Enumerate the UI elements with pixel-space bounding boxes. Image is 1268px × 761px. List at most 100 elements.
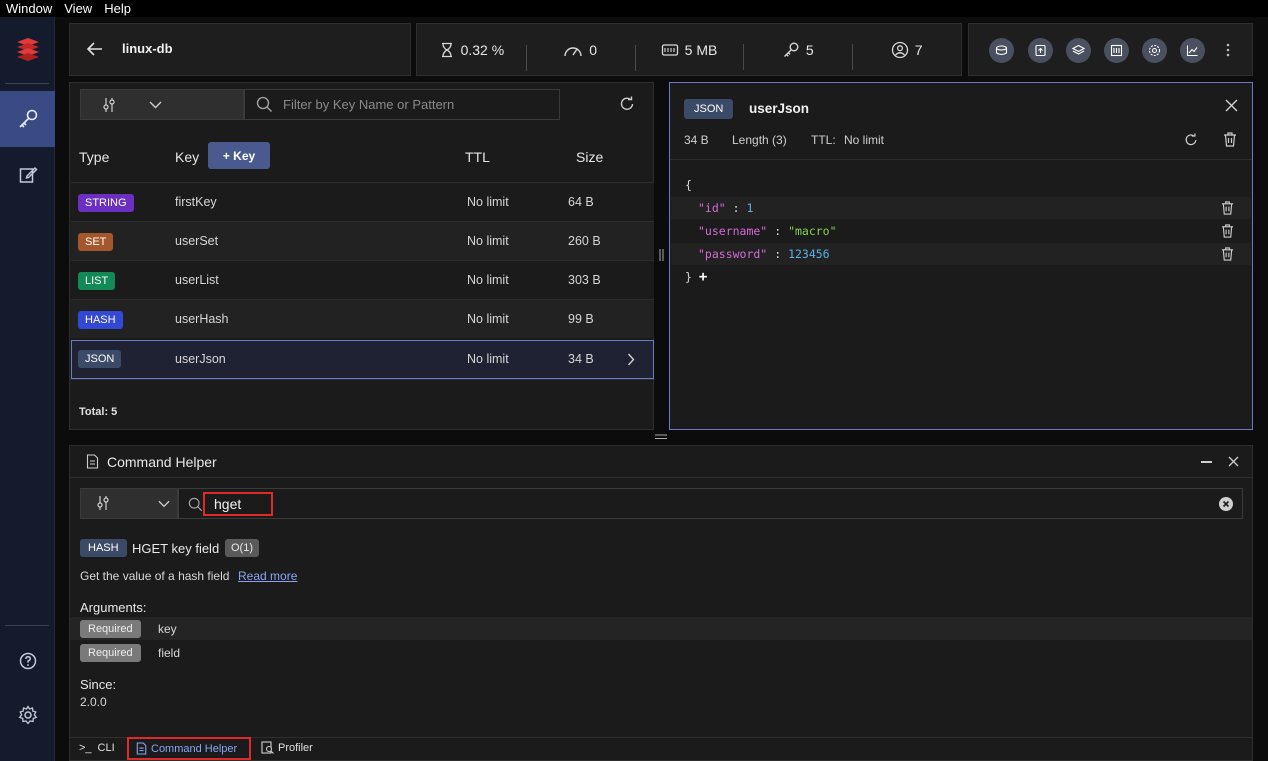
key-ttl: No limit	[467, 234, 509, 248]
left-nav	[0, 17, 55, 761]
analytics-button[interactable]	[1180, 38, 1205, 63]
app-logo[interactable]	[0, 21, 55, 77]
header-key: Key	[175, 149, 200, 165]
read-more-link[interactable]: Read more	[238, 569, 297, 583]
delete-key-button[interactable]	[1223, 132, 1237, 147]
json-entry-value[interactable]: "macro"	[788, 224, 836, 238]
nav-workbench[interactable]	[0, 147, 55, 203]
header-ttl: TTL	[465, 149, 490, 165]
header-size: Size	[576, 149, 604, 165]
command-group-badge: HASH	[80, 539, 127, 557]
key-type-badge: HASH	[78, 311, 123, 329]
add-key-button[interactable]: + Key	[208, 142, 270, 169]
menu-window[interactable]: Window	[0, 0, 58, 17]
upload-button[interactable]	[1028, 38, 1053, 63]
back-button[interactable]	[86, 40, 104, 58]
key-icon	[783, 42, 799, 57]
key-row[interactable]: STRING firstKey No limit 64 B	[71, 182, 654, 221]
refresh-key-button[interactable]	[1184, 133, 1198, 147]
filter-sliders-icon	[103, 98, 115, 112]
workbench-icon	[1110, 44, 1123, 57]
stat-ops: 0	[525, 41, 635, 71]
search-icon	[188, 497, 203, 512]
json-entry-value[interactable]: 1	[747, 201, 754, 215]
command-group-filter[interactable]	[80, 488, 178, 519]
drag-handle-icon	[655, 434, 667, 439]
db-name: linux-db	[122, 41, 173, 56]
redis-logo-icon	[16, 38, 39, 61]
help-icon	[19, 652, 36, 670]
key-row[interactable]: LIST userList No limit 303 B	[71, 260, 654, 299]
arrow-left-icon	[86, 42, 102, 56]
stat-cpu: 0.32 %	[417, 42, 526, 58]
key-filter-input[interactable]: Filter by Key Name or Pattern	[244, 89, 560, 120]
json-entry[interactable]: "id" : 1	[671, 197, 1251, 219]
menu-bar: Window View Help	[0, 0, 1268, 17]
refresh-keys-button[interactable]	[619, 96, 635, 112]
workbench-button[interactable]	[1104, 38, 1129, 63]
tab-cli[interactable]: >_ CLI	[79, 742, 115, 754]
nav-help[interactable]	[0, 633, 55, 689]
command-search-input[interactable]: hget	[203, 492, 273, 516]
tab-command-helper-label: Command Helper	[151, 742, 238, 755]
menu-help[interactable]: Help	[98, 0, 137, 17]
command-syntax: HGET key field	[132, 541, 220, 556]
tab-profiler[interactable]: Profiler	[261, 741, 313, 754]
trash-icon[interactable]	[1221, 247, 1234, 261]
ttl-value[interactable]: No limit	[844, 133, 884, 147]
key-row[interactable]: HASH userHash No limit 99 B	[71, 299, 654, 338]
since-value: 2.0.0	[80, 695, 107, 709]
minimize-helper-button[interactable]	[1201, 461, 1212, 463]
stat-keys: 5	[743, 41, 852, 70]
layers-button[interactable]	[1066, 38, 1091, 63]
more-button[interactable]	[1225, 42, 1231, 58]
stat-memory-value: 5 MB	[684, 41, 718, 58]
upload-icon	[1035, 44, 1046, 57]
settings-button[interactable]	[1142, 38, 1167, 63]
command-search-field[interactable]	[178, 488, 1243, 519]
json-entry[interactable]: "username" : "macro"	[671, 220, 1251, 242]
key-row[interactable]: SET userSet No limit 260 B	[71, 221, 654, 260]
json-close-brace: } +	[685, 269, 708, 285]
gauge-icon	[564, 46, 582, 56]
key-type-badge: STRING	[78, 194, 134, 212]
trash-icon[interactable]	[1221, 224, 1234, 238]
refresh-icon	[1185, 133, 1197, 146]
argument-required-tag: Required	[80, 644, 141, 662]
chevron-right-icon	[627, 353, 635, 366]
json-add-field-button[interactable]: +	[699, 269, 707, 285]
memory-analysis-button[interactable]	[989, 38, 1014, 63]
arguments-label: Arguments:	[80, 600, 147, 615]
clear-search-button[interactable]	[1219, 497, 1233, 511]
tab-command-helper[interactable]: Command Helper	[127, 737, 251, 760]
stat-ops-value: 0	[589, 41, 598, 58]
key-row-selected[interactable]: JSON userJson No limit 34 B	[71, 340, 654, 379]
json-entry-key: "username"	[698, 224, 768, 238]
nav-settings[interactable]	[0, 687, 55, 743]
close-details-button[interactable]	[1225, 99, 1238, 112]
hourglass-icon	[441, 42, 452, 57]
memory-analysis-icon	[995, 45, 1008, 56]
key-ttl: No limit	[467, 273, 509, 287]
trash-icon[interactable]	[1221, 201, 1234, 215]
edit-icon	[19, 166, 38, 183]
layers-icon	[1072, 44, 1085, 55]
argument-name: key	[158, 622, 177, 636]
key-size: 34 B	[568, 352, 594, 366]
json-entry[interactable]: "password" : 123456	[671, 243, 1251, 265]
menu-view[interactable]: View	[58, 0, 98, 17]
key-size: 99 B	[568, 312, 594, 326]
horizontal-resize-handle[interactable]	[655, 434, 667, 440]
key-type-filter[interactable]	[80, 89, 244, 120]
nav-browser[interactable]	[0, 91, 55, 147]
close-helper-button[interactable]	[1228, 456, 1239, 467]
stat-cpu-value: 0.32 %	[460, 41, 505, 58]
helper-title: Command Helper	[107, 454, 217, 470]
db-tools	[968, 23, 1253, 76]
json-entry-value[interactable]: 123456	[788, 247, 830, 261]
json-open-brace: {	[685, 178, 692, 192]
vertical-resize-handle[interactable]	[659, 249, 664, 261]
keys-total: Total: 5	[79, 406, 118, 418]
stat-clients: 7	[852, 41, 961, 70]
refresh-icon	[620, 96, 634, 110]
